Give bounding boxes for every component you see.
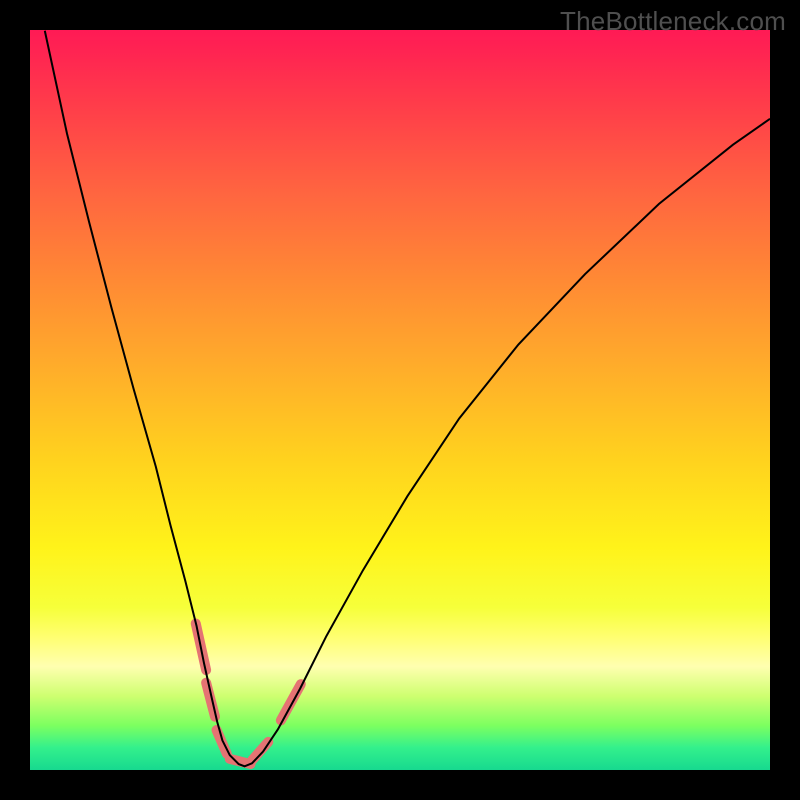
marker-segment <box>206 683 215 717</box>
marker-segment <box>252 742 268 761</box>
marker-segment <box>281 684 301 720</box>
bottleneck-curve <box>45 31 770 767</box>
chart-svg <box>30 30 770 770</box>
chart-frame: TheBottleneck.com <box>0 0 800 800</box>
watermark-text: TheBottleneck.com <box>560 6 786 37</box>
marker-segment <box>216 730 226 754</box>
plot-area <box>30 30 770 770</box>
